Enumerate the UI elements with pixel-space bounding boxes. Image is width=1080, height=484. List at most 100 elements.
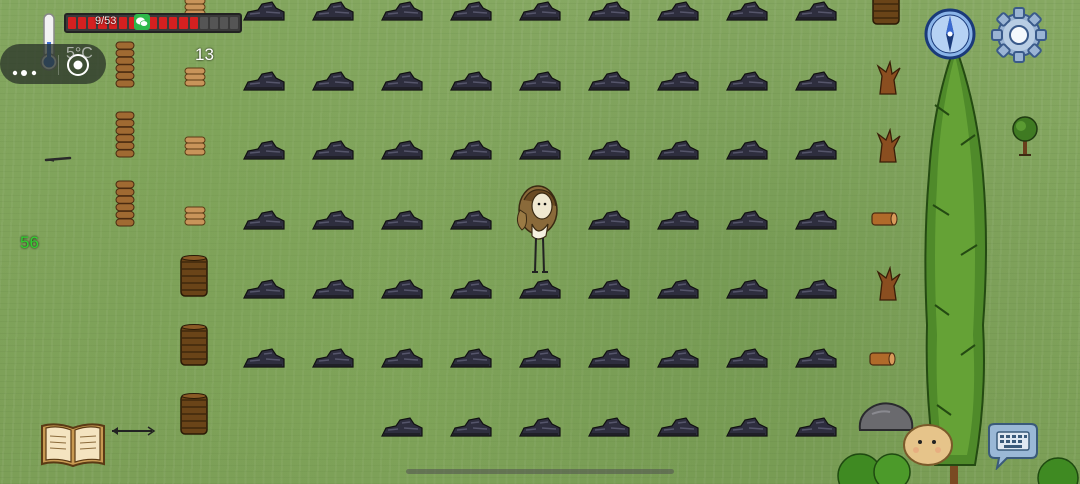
stone-pile[interactable] — [311, 68, 355, 92]
stone-pile[interactable] — [380, 0, 424, 22]
stone-pile[interactable] — [518, 0, 562, 22]
basket-top[interactable] — [871, 0, 901, 26]
potato-emote[interactable] — [902, 422, 954, 468]
stone-pile[interactable] — [242, 137, 286, 161]
stone-pile[interactable] — [725, 137, 769, 161]
stone-pile[interactable] — [449, 207, 493, 231]
health-segment — [169, 17, 178, 29]
stick-item[interactable] — [44, 150, 72, 162]
health-segment — [78, 17, 87, 29]
stone-pile[interactable] — [794, 0, 838, 22]
health-segment — [159, 17, 168, 29]
stone-pile[interactable] — [587, 276, 631, 300]
stone-pile[interactable] — [311, 0, 355, 22]
stone-pile[interactable] — [587, 137, 631, 161]
health-segment — [219, 17, 228, 29]
hud-status: 9/53 5°C 13 — [0, 0, 260, 90]
woven-basket[interactable] — [179, 392, 209, 436]
stone-pile[interactable] — [725, 68, 769, 92]
stone-pile[interactable] — [380, 276, 424, 300]
stone-pile[interactable] — [449, 276, 493, 300]
stone-pile[interactable] — [656, 207, 700, 231]
temperature-readout: 5°C — [66, 45, 93, 62]
stone-pile[interactable] — [656, 345, 700, 369]
stone-pile[interactable] — [518, 345, 562, 369]
sapling-tree[interactable] — [1007, 115, 1043, 159]
stone-pile[interactable] — [794, 276, 838, 300]
stone-pile[interactable] — [725, 345, 769, 369]
fps-counter: 56 — [20, 233, 39, 252]
log-bundle[interactable] — [183, 135, 207, 157]
tree-stump[interactable] — [872, 266, 904, 304]
health-segment — [118, 17, 127, 29]
stone-pile[interactable] — [311, 276, 355, 300]
stone-pile[interactable] — [311, 345, 355, 369]
stone-pile[interactable] — [725, 207, 769, 231]
stone-pile[interactable] — [725, 0, 769, 22]
health-segment — [149, 17, 158, 29]
stone-pile[interactable] — [242, 207, 286, 231]
stone-pile[interactable] — [656, 0, 700, 22]
tree-stump[interactable] — [872, 60, 904, 98]
stone-pile[interactable] — [794, 137, 838, 161]
home-indicator[interactable] — [406, 469, 674, 474]
health-segment — [68, 17, 77, 29]
tree-stump[interactable] — [872, 128, 904, 166]
stone-pile[interactable] — [656, 137, 700, 161]
stone-pile[interactable] — [518, 68, 562, 92]
tall-tree[interactable] — [905, 42, 1005, 484]
log-pile[interactable] — [114, 110, 136, 158]
stone-pile[interactable] — [587, 68, 631, 92]
wood-log[interactable] — [868, 350, 896, 368]
stone-pile[interactable] — [380, 345, 424, 369]
stone-pile[interactable] — [587, 207, 631, 231]
stone-pile[interactable] — [380, 414, 424, 438]
stone-pile[interactable] — [725, 414, 769, 438]
stone-pile[interactable] — [794, 345, 838, 369]
woven-basket[interactable] — [179, 323, 209, 367]
item-count: 13 — [195, 45, 214, 64]
stone-pile[interactable] — [725, 276, 769, 300]
health-bar — [64, 13, 242, 33]
health-segment — [199, 17, 208, 29]
stone-pile[interactable] — [242, 345, 286, 369]
stone-pile[interactable] — [587, 0, 631, 22]
stone-pile[interactable] — [587, 345, 631, 369]
stone-pile[interactable] — [794, 68, 838, 92]
player-character — [512, 180, 564, 280]
woven-basket[interactable] — [179, 254, 209, 298]
stone-pile[interactable] — [449, 0, 493, 22]
health-segment — [189, 17, 198, 29]
stone-pile[interactable] — [794, 207, 838, 231]
stone-pile[interactable] — [518, 414, 562, 438]
more-dots-icon[interactable] — [12, 63, 40, 76]
wechat-icon[interactable] — [134, 14, 150, 30]
stone-pile[interactable] — [380, 68, 424, 92]
stone-pile[interactable] — [242, 276, 286, 300]
stone-pile[interactable] — [380, 137, 424, 161]
stone-pile[interactable] — [587, 414, 631, 438]
stone-pile[interactable] — [449, 137, 493, 161]
health-segment — [230, 17, 239, 29]
stone-pile[interactable] — [656, 276, 700, 300]
stone-pile[interactable] — [518, 137, 562, 161]
stone-pile[interactable] — [449, 345, 493, 369]
stone-pile[interactable] — [656, 414, 700, 438]
stone-pile[interactable] — [380, 207, 424, 231]
stone-pile[interactable] — [449, 68, 493, 92]
stone-pile[interactable] — [311, 137, 355, 161]
gear-icon[interactable] — [991, 7, 1047, 63]
health-segment — [179, 17, 188, 29]
arrow-item[interactable] — [108, 424, 156, 436]
recipe-book-icon[interactable] — [38, 420, 108, 468]
stone-pile[interactable] — [311, 207, 355, 231]
stone-pile[interactable] — [794, 414, 838, 438]
stone-pile[interactable] — [449, 414, 493, 438]
log-pile[interactable] — [114, 179, 136, 227]
wood-chunk[interactable] — [870, 210, 898, 228]
stone-pile[interactable] — [656, 68, 700, 92]
keyboard-icon[interactable] — [983, 422, 1041, 472]
log-bundle[interactable] — [183, 205, 207, 227]
capsule-divider — [58, 55, 59, 75]
compass-icon[interactable] — [924, 8, 976, 60]
